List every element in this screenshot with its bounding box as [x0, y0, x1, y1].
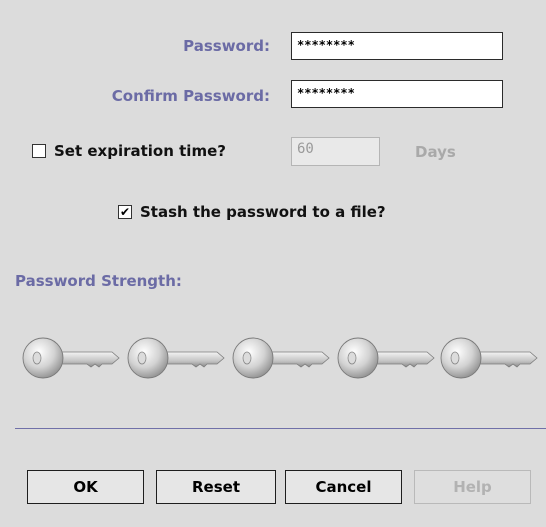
help-button[interactable]: Help [414, 470, 531, 504]
reset-button[interactable]: Reset [156, 470, 276, 504]
password-strength-label: Password Strength: [15, 272, 182, 290]
days-unit-label: Days [415, 143, 456, 161]
stash-label: Stash the password to a file? [140, 203, 386, 221]
expiration-days-field[interactable]: 60 [291, 137, 380, 166]
confirm-password-field[interactable]: ******** [291, 80, 503, 108]
confirm-password-label: Confirm Password: [111, 87, 270, 105]
key-icon [22, 337, 120, 379]
key-icon [337, 337, 435, 379]
password-field[interactable]: ******** [291, 32, 503, 60]
stash-checkbox[interactable]: ✔ [118, 205, 132, 219]
ok-button[interactable]: OK [27, 470, 144, 504]
password-label: Password: [183, 37, 270, 55]
password-strength-meter [22, 332, 542, 382]
key-icon [232, 337, 330, 379]
expiration-label: Set expiration time? [54, 142, 226, 160]
stash-row: ✔ Stash the password to a file? [118, 203, 386, 221]
key-icon [440, 337, 538, 379]
password-dialog: Password: ******** Confirm Password: ***… [0, 0, 546, 527]
separator [15, 428, 546, 429]
key-icon [127, 337, 225, 379]
expiration-row: Set expiration time? [32, 142, 226, 160]
cancel-button[interactable]: Cancel [285, 470, 402, 504]
expiration-checkbox[interactable] [32, 144, 46, 158]
